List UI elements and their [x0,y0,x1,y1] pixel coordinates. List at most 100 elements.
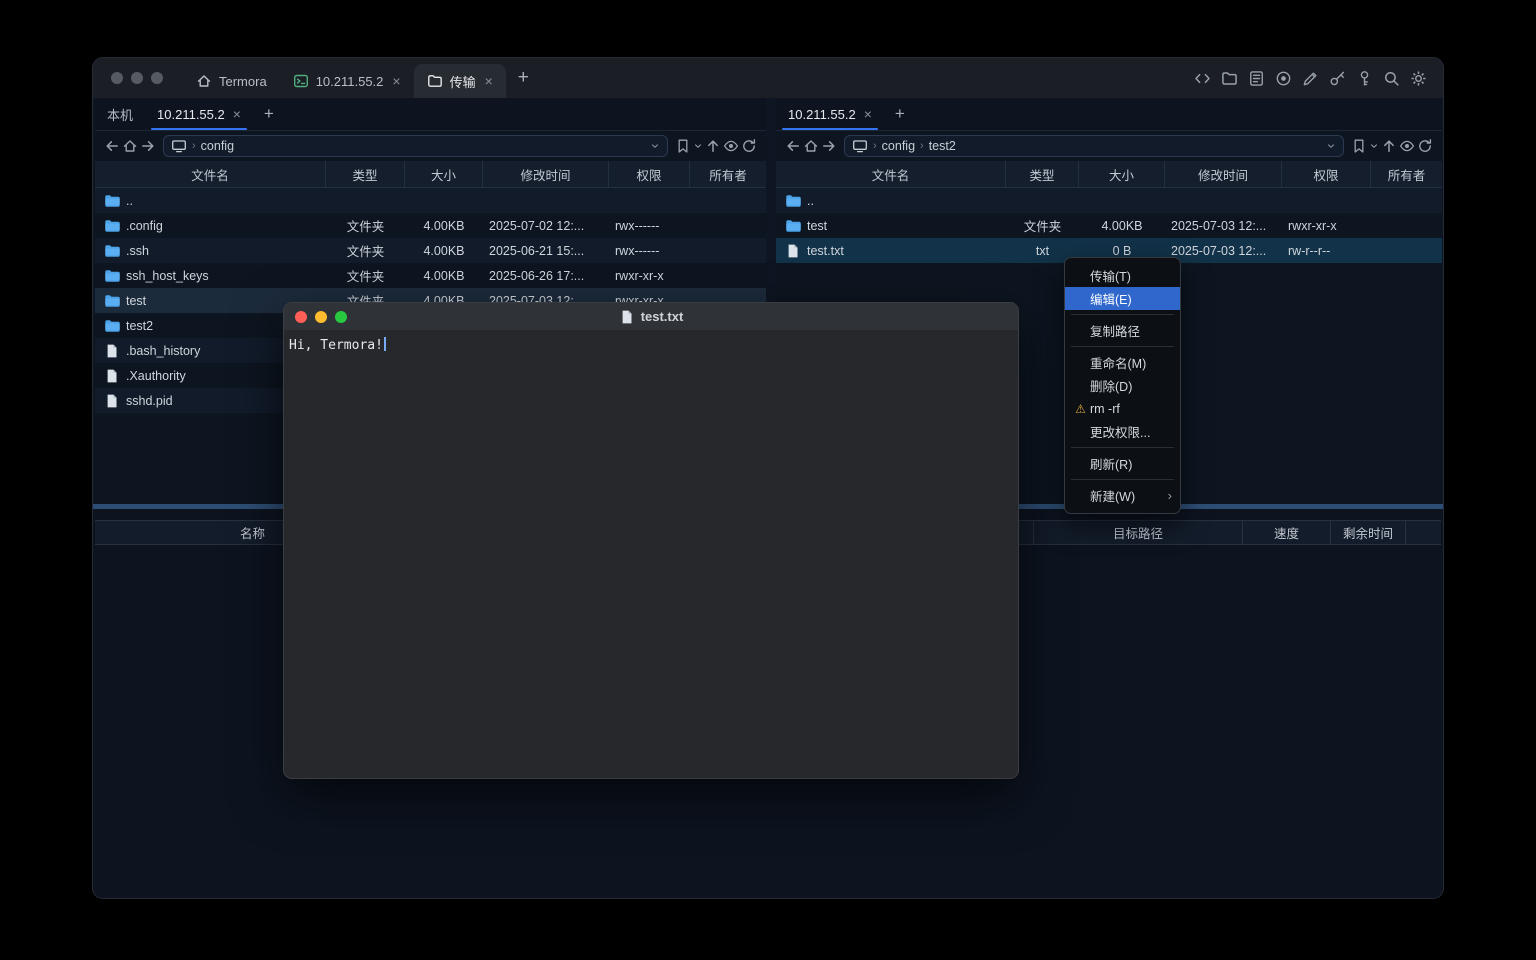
column-header[interactable]: 权限 [1282,161,1371,187]
key-icon[interactable] [1329,70,1346,87]
context-menu-item[interactable]: ⚠rm -rf [1065,397,1180,420]
new-main-tab-button[interactable]: + [506,67,541,89]
main-tab-传输[interactable]: 传输× [414,64,506,98]
column-header[interactable]: 权限 [609,161,690,187]
file-row-ssh_host_keys[interactable]: ssh_host_keys文件夹4.00KB2025-06-26 17:...r… [95,263,766,288]
new-panel-tab-button[interactable]: + [884,98,916,130]
column-header[interactable]: 所有者 [1371,161,1442,187]
column-header[interactable]: 大小 [405,161,483,187]
refresh-button[interactable] [741,138,757,154]
show-hidden-files-button[interactable] [1399,138,1415,154]
column-header[interactable]: 修改时间 [483,161,609,187]
column-header[interactable]: 修改时间 [1165,161,1282,187]
context-menu-item[interactable]: 传输(T) [1065,264,1180,287]
folder-icon [104,293,120,309]
close-icon[interactable]: × [233,107,241,121]
menu-separator [1071,447,1174,448]
close-window-button[interactable] [111,72,123,84]
record-icon[interactable] [1275,70,1292,87]
parent-directory-button[interactable] [1381,138,1397,154]
transfer-column-header[interactable]: 目标路径 [1034,521,1243,544]
tab-label: Termora [219,74,267,89]
menu-item-label: 更改权限... [1090,422,1180,441]
panel-tab-10.211.55.2[interactable]: 10.211.55.2× [145,98,253,130]
refresh-button[interactable] [1417,138,1433,154]
editor-zoom-button[interactable] [335,311,347,323]
keychain-icon[interactable] [1356,70,1373,87]
pencil-icon[interactable] [1302,70,1319,87]
code-icon[interactable] [1194,70,1211,87]
home-button[interactable] [122,138,138,154]
home-button[interactable] [803,138,819,154]
path-segment[interactable]: config [201,139,234,153]
transfer-column-header[interactable]: 剩余时间 [1331,521,1406,544]
log-icon[interactable] [1248,70,1265,87]
path-dropdown-icon[interactable] [1326,141,1336,151]
column-header[interactable]: 类型 [326,161,405,187]
chevron-down-icon[interactable] [693,141,703,151]
minimize-window-button[interactable] [131,72,143,84]
context-menu-item[interactable]: 复制路径 [1065,319,1180,342]
file-type-cell: 文件夹 [326,216,405,235]
file-row-.ssh[interactable]: .ssh文件夹4.00KB2025-06-21 15:...rwx------ [95,238,766,263]
path-bar[interactable]: ›config [163,135,668,157]
editor-minimize-button[interactable] [315,311,327,323]
context-menu-item[interactable]: 编辑(E) [1065,287,1180,310]
file-row-.config[interactable]: .config文件夹4.00KB2025-07-02 12:...rwx----… [95,213,766,238]
column-header[interactable]: 类型 [1006,161,1079,187]
file-size-cell: 4.00KB [405,219,483,233]
zoom-window-button[interactable] [151,72,163,84]
menu-item-label: 新建(W) [1090,486,1168,505]
settings-icon[interactable] [1410,70,1427,87]
back-button[interactable] [104,138,120,154]
main-tab-10.211.55.2[interactable]: 10.211.55.2× [280,64,414,98]
folder-icon [785,193,801,209]
bookmark-button[interactable] [1351,138,1367,154]
editor-close-button[interactable] [295,311,307,323]
back-button[interactable] [785,138,801,154]
chevron-down-icon[interactable] [1369,141,1379,151]
file-type-cell: 文件夹 [326,241,405,260]
forward-button[interactable] [140,138,156,154]
file-row-..[interactable]: .. [776,188,1442,213]
file-mtime-cell: 2025-06-21 15:... [483,244,609,258]
column-header[interactable]: 所有者 [690,161,766,187]
new-panel-tab-button[interactable]: + [253,98,285,130]
close-icon[interactable]: × [485,74,493,88]
search-icon[interactable] [1383,70,1400,87]
transfer-column-header[interactable]: 速度 [1243,521,1331,544]
file-size-cell: 0 B [1079,244,1165,258]
column-header[interactable]: 大小 [1079,161,1165,187]
column-header[interactable]: 文件名 [95,161,326,187]
show-hidden-files-button[interactable] [723,138,739,154]
editor-titlebar[interactable]: test.txt [284,303,1018,330]
context-menu-item[interactable]: 删除(D) [1065,374,1180,397]
context-menu-item[interactable]: 新建(W)› [1065,484,1180,507]
panel-tab-本机[interactable]: 本机 [95,98,145,130]
bookmark-button[interactable] [675,138,691,154]
context-menu: 传输(T)编辑(E) 复制路径重命名(M)删除(D)⚠rm -rf 更改权限... 刷… [1064,257,1181,514]
file-row-..[interactable]: .. [95,188,766,213]
file-row-test[interactable]: test文件夹4.00KB2025-07-03 12:...rwxr-xr-x [776,213,1442,238]
path-segment[interactable]: test2 [929,139,956,153]
path-segment[interactable]: config [882,139,915,153]
home-icon [196,73,212,89]
forward-button[interactable] [821,138,837,154]
parent-directory-button[interactable] [705,138,721,154]
left-panel-tab-bar: 本机10.211.55.2×+ [95,98,766,131]
close-icon[interactable]: × [392,74,400,88]
folder-outline-icon[interactable] [1221,70,1238,87]
context-menu-item[interactable]: 更改权限... [1065,420,1180,443]
column-header[interactable]: 文件名 [776,161,1006,187]
main-tab-Termora[interactable]: Termora [183,64,280,98]
path-dropdown-icon[interactable] [650,141,660,151]
file-size-cell: 4.00KB [1079,219,1165,233]
context-menu-item[interactable]: 刷新(R) [1065,452,1180,475]
context-menu-item[interactable]: 重命名(M) [1065,351,1180,374]
editor-content[interactable]: Hi, Termora! [284,330,1018,778]
editor-window-controls [295,303,347,330]
right-panel-tab-bar: 10.211.55.2×+ [776,98,1442,131]
close-icon[interactable]: × [864,107,872,121]
path-bar[interactable]: ›config›test2 [844,135,1344,157]
panel-tab-10.211.55.2[interactable]: 10.211.55.2× [776,98,884,130]
